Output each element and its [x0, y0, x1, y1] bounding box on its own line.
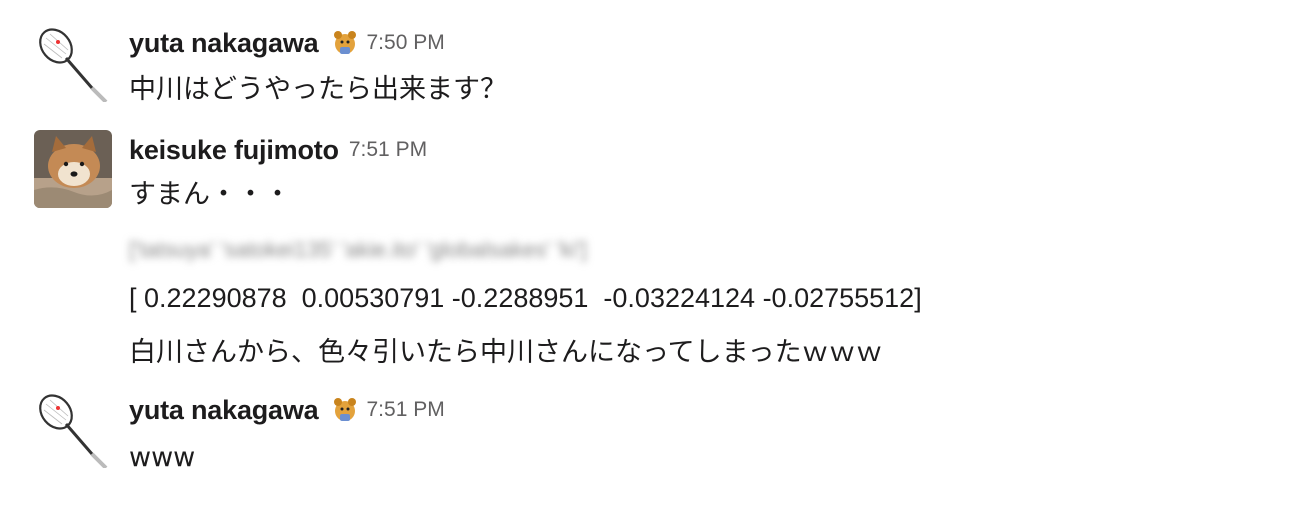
blurred-text: ['tatsuya' 'satokei135' 'akie.ito' 'glob…	[129, 237, 587, 262]
message-text: すまん・・・	[129, 179, 291, 210]
bear-emoji-icon[interactable]	[331, 29, 359, 57]
message-item: yuta nakagawa 7:50 PM 中川はどうやったら出来ます？	[0, 0, 1304, 120]
message-text: [ 0.22290878 0.00530791 -0.2288951 -0.03…	[129, 283, 922, 313]
sender-name[interactable]: yuta nakagawa	[129, 395, 319, 426]
sender-name[interactable]: keisuke fujimoto	[129, 135, 339, 166]
message-text: 中川はどうやったら出来ます？	[129, 74, 507, 105]
tennis-racket-icon[interactable]	[34, 24, 112, 102]
dog-photo-avatar[interactable]	[34, 130, 112, 208]
message-item: keisuke fujimoto 7:51 PM すまん・・・ ['tatsuy…	[0, 120, 1304, 380]
message-timestamp[interactable]: 7:51 PM	[367, 398, 445, 422]
sender-name[interactable]: yuta nakagawa	[129, 28, 319, 59]
message-text: 白川さんから、色々引いたら中川さんになってしまったｗｗｗ	[129, 337, 883, 368]
message-text: www	[129, 442, 196, 473]
message-timestamp[interactable]: 7:50 PM	[367, 31, 445, 55]
message-item: yuta nakagawa 7:51 PM www	[0, 380, 1304, 506]
message-header: keisuke fujimoto 7:51 PM	[129, 132, 427, 168]
message-header: yuta nakagawa 7:50 PM	[129, 25, 445, 61]
message-timestamp[interactable]: 7:51 PM	[349, 138, 427, 162]
bear-emoji-icon[interactable]	[331, 396, 359, 424]
tennis-racket-icon[interactable]	[34, 390, 112, 468]
message-header: yuta nakagawa 7:51 PM	[129, 392, 445, 428]
